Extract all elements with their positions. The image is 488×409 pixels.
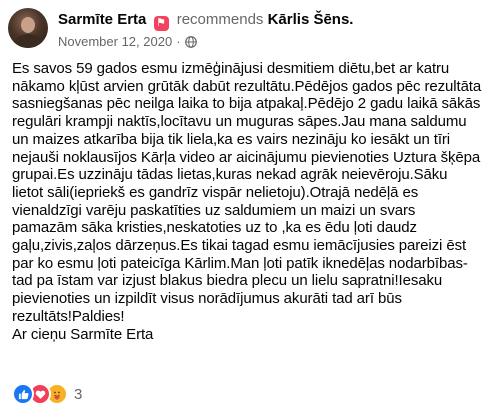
post-header: Sarmīte Erta ⚑ recommends Kārlis Šēns. N… — [8, 8, 480, 52]
like-icon — [12, 383, 34, 405]
globe-icon — [184, 35, 197, 52]
post-body: Es savos 59 gados esmu izmēģinājusi desm… — [12, 60, 482, 343]
recommend-icon: ⚑ — [153, 16, 169, 31]
avatar-face — [21, 17, 35, 33]
separator-dot: · — [176, 34, 181, 49]
post-title-line: Sarmīte Erta ⚑ recommends Kārlis Šēns. — [58, 10, 353, 31]
review-post: Sarmīte Erta ⚑ recommends Kārlis Šēns. N… — [0, 0, 488, 409]
reactions-bar[interactable]: 3 — [12, 383, 82, 405]
post-date[interactable]: November 12, 2020 — [58, 34, 172, 49]
review-signature: Ar cieņu Sarmīte Erta — [12, 325, 154, 343]
reaction-count[interactable]: 3 — [74, 386, 82, 403]
author-name[interactable]: Sarmīte Erta — [58, 11, 146, 28]
post-subline: November 12, 2020 · — [58, 33, 353, 52]
avatar-body — [14, 34, 42, 48]
author-avatar[interactable] — [8, 8, 48, 48]
recommends-label: recommends — [176, 11, 264, 28]
recommended-page-link[interactable]: Kārlis Šēns. — [268, 11, 354, 28]
review-text: Es savos 59 gados esmu izmēģinājusi desm… — [12, 60, 486, 325]
post-meta: Sarmīte Erta ⚑ recommends Kārlis Šēns. N… — [58, 8, 353, 52]
